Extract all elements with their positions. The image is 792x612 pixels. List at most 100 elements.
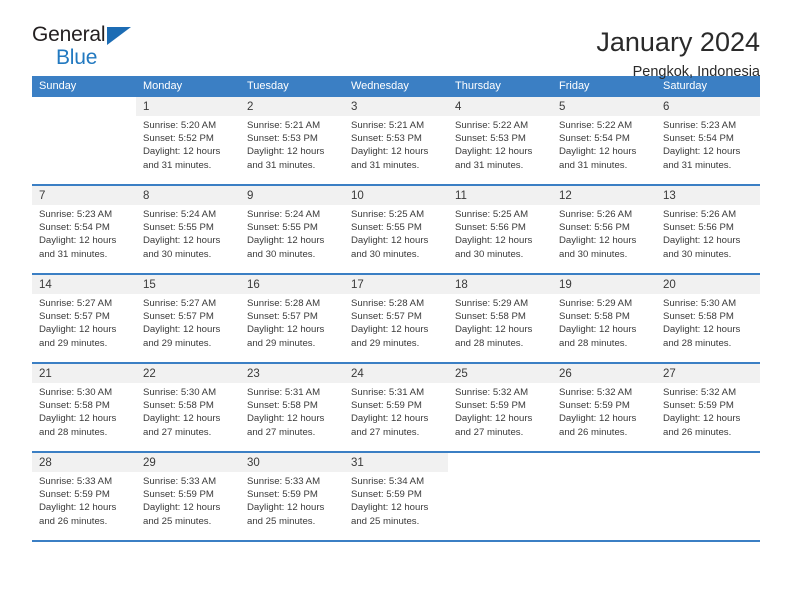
day-number-25[interactable]: 25 xyxy=(448,364,552,383)
day-cell-28[interactable]: Sunrise: 5:33 AM Sunset: 5:59 PM Daylight:… xyxy=(32,472,136,540)
day-info-line: Sunset: 5:54 PM xyxy=(39,222,110,234)
day-cell-8[interactable]: Sunrise: 5:24 AM Sunset: 5:55 PM Daylight:… xyxy=(136,205,240,273)
day-number-30[interactable]: 30 xyxy=(240,453,344,472)
day-info-line: Daylight: 12 hours xyxy=(143,502,221,514)
day-number-31[interactable]: 31 xyxy=(344,453,448,472)
day-info-line: and 30 minutes. xyxy=(455,248,524,260)
day-info-line: Daylight: 12 hours xyxy=(247,235,325,247)
day-cell-21[interactable]: Sunrise: 5:30 AM Sunset: 5:58 PM Daylight:… xyxy=(32,383,136,451)
day-cell-26[interactable]: Sunrise: 5:32 AM Sunset: 5:59 PM Daylight:… xyxy=(552,383,656,451)
day-info-line: Sunrise: 5:25 AM xyxy=(455,209,529,220)
day-number-20[interactable]: 20 xyxy=(656,275,760,294)
day-number-23[interactable]: 23 xyxy=(240,364,344,383)
day-cell-22[interactable]: Sunrise: 5:30 AM Sunset: 5:58 PM Daylight:… xyxy=(136,383,240,451)
day-info-line: Sunset: 5:56 PM xyxy=(559,222,630,234)
brand-logo: General Blue xyxy=(32,24,136,72)
day-cell-20[interactable]: Sunrise: 5:30 AM Sunset: 5:58 PM Daylight:… xyxy=(656,294,760,362)
day-cell-25[interactable]: Sunrise: 5:32 AM Sunset: 5:59 PM Daylight:… xyxy=(448,383,552,451)
day-info-line: Daylight: 12 hours xyxy=(351,502,429,514)
day-cell-17[interactable]: Sunrise: 5:28 AM Sunset: 5:57 PM Daylight:… xyxy=(344,294,448,362)
day-number-10[interactable]: 10 xyxy=(344,186,448,205)
day-info-line: Sunset: 5:58 PM xyxy=(455,311,526,323)
day-cell-3[interactable]: Sunrise: 5:21 AM Sunset: 5:53 PM Daylight:… xyxy=(344,116,448,184)
day-info-line: Sunrise: 5:25 AM xyxy=(351,209,425,220)
day-info-line: Daylight: 12 hours xyxy=(351,413,429,425)
day-cell-9[interactable]: Sunrise: 5:24 AM Sunset: 5:55 PM Daylight:… xyxy=(240,205,344,273)
day-number-28[interactable]: 28 xyxy=(32,453,136,472)
day-cell-7[interactable]: Sunrise: 5:23 AM Sunset: 5:54 PM Daylight:… xyxy=(32,205,136,273)
day-cell-15[interactable]: Sunrise: 5:27 AM Sunset: 5:57 PM Daylight:… xyxy=(136,294,240,362)
day-cell-23[interactable]: Sunrise: 5:31 AM Sunset: 5:58 PM Daylight:… xyxy=(240,383,344,451)
day-cell-18[interactable]: Sunrise: 5:29 AM Sunset: 5:58 PM Daylight:… xyxy=(448,294,552,362)
day-info-line: Sunrise: 5:33 AM xyxy=(39,476,113,487)
day-info-line: Daylight: 12 hours xyxy=(663,146,741,158)
day-info-line: Sunset: 5:58 PM xyxy=(39,400,110,412)
calendar-grid: Sunday Monday Tuesday Wednesday Thursday Frid… xyxy=(32,76,760,540)
day-number-8[interactable]: 8 xyxy=(136,186,240,205)
day-cell-5[interactable]: Sunrise: 5:22 AM Sunset: 5:54 PM Daylight:… xyxy=(552,116,656,184)
day-number-12[interactable]: 12 xyxy=(552,186,656,205)
day-cell-2[interactable]: Sunrise: 5:21 AM Sunset: 5:53 PM Daylight:… xyxy=(240,116,344,184)
day-cell-27[interactable]: Sunrise: 5:32 AM Sunset: 5:59 PM Daylight:… xyxy=(656,383,760,451)
day-number-row: 14 15 16 17 18 19 20 xyxy=(32,275,760,294)
day-cell-10[interactable]: Sunrise: 5:25 AM Sunset: 5:55 PM Daylight:… xyxy=(344,205,448,273)
day-number-2[interactable]: 2 xyxy=(240,97,344,116)
day-info-line: Sunset: 5:59 PM xyxy=(143,489,214,501)
weekday-header-monday: Monday xyxy=(136,76,240,97)
day-number-7[interactable]: 7 xyxy=(32,186,136,205)
page-title: January 2024 xyxy=(596,27,760,57)
day-number-1[interactable]: 1 xyxy=(136,97,240,116)
day-cell-24[interactable]: Sunrise: 5:31 AM Sunset: 5:59 PM Daylight:… xyxy=(344,383,448,451)
day-number-empty xyxy=(448,453,552,472)
day-cell-14[interactable]: Sunrise: 5:27 AM Sunset: 5:57 PM Daylight:… xyxy=(32,294,136,362)
day-cell-1[interactable]: Sunrise: 5:20 AM Sunset: 5:52 PM Daylight:… xyxy=(136,116,240,184)
day-cell-31[interactable]: Sunrise: 5:34 AM Sunset: 5:59 PM Daylight:… xyxy=(344,472,448,540)
day-info-line: Sunrise: 5:33 AM xyxy=(247,476,321,487)
day-number-22[interactable]: 22 xyxy=(136,364,240,383)
day-info-line: and 31 minutes. xyxy=(455,159,524,171)
day-number-empty xyxy=(552,453,656,472)
day-cell-4[interactable]: Sunrise: 5:22 AM Sunset: 5:53 PM Daylight:… xyxy=(448,116,552,184)
day-cell-11[interactable]: Sunrise: 5:25 AM Sunset: 5:56 PM Daylight:… xyxy=(448,205,552,273)
day-info-line: Sunrise: 5:32 AM xyxy=(663,387,737,398)
day-number-row: 123456 xyxy=(32,97,760,116)
day-number-18[interactable]: 18 xyxy=(448,275,552,294)
day-cell-30[interactable]: Sunrise: 5:33 AM Sunset: 5:59 PM Daylight:… xyxy=(240,472,344,540)
day-info-line: Sunrise: 5:22 AM xyxy=(455,120,529,131)
day-info-line: Sunrise: 5:27 AM xyxy=(143,298,217,309)
day-number-19[interactable]: 19 xyxy=(552,275,656,294)
day-cell-13[interactable]: Sunrise: 5:26 AM Sunset: 5:56 PM Daylight:… xyxy=(656,205,760,273)
day-info-line: and 28 minutes. xyxy=(559,337,628,349)
day-cell-12[interactable]: Sunrise: 5:26 AM Sunset: 5:56 PM Daylight:… xyxy=(552,205,656,273)
day-number-9[interactable]: 9 xyxy=(240,186,344,205)
day-number-21[interactable]: 21 xyxy=(32,364,136,383)
day-info-line: Sunset: 5:59 PM xyxy=(559,400,630,412)
day-number-14[interactable]: 14 xyxy=(32,275,136,294)
day-info-line: Daylight: 12 hours xyxy=(455,324,533,336)
day-info-line: Daylight: 12 hours xyxy=(455,235,533,247)
day-number-6[interactable]: 6 xyxy=(656,97,760,116)
day-number-24[interactable]: 24 xyxy=(344,364,448,383)
day-number-26[interactable]: 26 xyxy=(552,364,656,383)
day-cell-29[interactable]: Sunrise: 5:33 AM Sunset: 5:59 PM Daylight:… xyxy=(136,472,240,540)
day-cell-16[interactable]: Sunrise: 5:28 AM Sunset: 5:57 PM Daylight:… xyxy=(240,294,344,362)
day-info-line: and 26 minutes. xyxy=(39,515,108,527)
day-cell-6[interactable]: Sunrise: 5:23 AM Sunset: 5:54 PM Daylight:… xyxy=(656,116,760,184)
day-number-15[interactable]: 15 xyxy=(136,275,240,294)
day-number-29[interactable]: 29 xyxy=(136,453,240,472)
day-cell-empty xyxy=(32,116,136,184)
day-number-27[interactable]: 27 xyxy=(656,364,760,383)
day-number-13[interactable]: 13 xyxy=(656,186,760,205)
day-number-11[interactable]: 11 xyxy=(448,186,552,205)
day-number-17[interactable]: 17 xyxy=(344,275,448,294)
day-number-4[interactable]: 4 xyxy=(448,97,552,116)
day-detail-row: Sunrise: 5:23 AM Sunset: 5:54 PM Daylight:… xyxy=(32,205,760,273)
day-number-3[interactable]: 3 xyxy=(344,97,448,116)
day-info-line: and 30 minutes. xyxy=(247,248,316,260)
day-info-line: Sunrise: 5:26 AM xyxy=(559,209,633,220)
day-info-line: Sunset: 5:59 PM xyxy=(247,489,318,501)
day-number-16[interactable]: 16 xyxy=(240,275,344,294)
day-cell-19[interactable]: Sunrise: 5:29 AM Sunset: 5:58 PM Daylight:… xyxy=(552,294,656,362)
brand-name-blue: Blue xyxy=(56,46,98,69)
day-number-5[interactable]: 5 xyxy=(552,97,656,116)
